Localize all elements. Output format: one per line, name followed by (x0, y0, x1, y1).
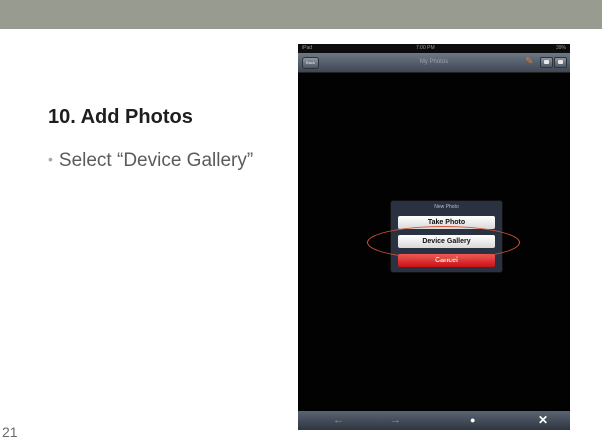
back-arrow-icon[interactable]: ← (333, 414, 344, 426)
bullet-text: Select “Device Gallery” (58, 150, 254, 171)
popover-title: New Photo (434, 204, 459, 210)
bullet-icon: • (48, 151, 53, 167)
bullet-item: • Select “Device Gallery” (48, 149, 258, 173)
carrier-label: iPad (302, 45, 313, 51)
status-time: 7:00 PM (416, 45, 435, 51)
forward-arrow-icon[interactable]: → (390, 414, 401, 426)
nav-title: My Photos (419, 59, 449, 65)
navigation-bar: Back My Photos ✎ (298, 53, 570, 73)
camera-icon[interactable] (554, 57, 567, 68)
status-bar: iPad 7:00 PM 39% (298, 44, 570, 53)
slide-title: 10. Add Photos (48, 106, 193, 128)
back-button[interactable]: Back (302, 57, 319, 69)
slide-header-band (0, 0, 602, 29)
close-icon[interactable]: ✕ (538, 414, 548, 426)
pencil-icon[interactable]: ✎ (525, 57, 535, 67)
bottom-toolbar: ← → ● ✕ (298, 411, 570, 430)
slide-number: 21 (2, 424, 18, 440)
mail-icon[interactable] (540, 57, 553, 68)
battery-label: 39% (555, 45, 566, 51)
highlight-annotation (367, 226, 520, 259)
page-dot-icon[interactable]: ● (470, 414, 475, 426)
